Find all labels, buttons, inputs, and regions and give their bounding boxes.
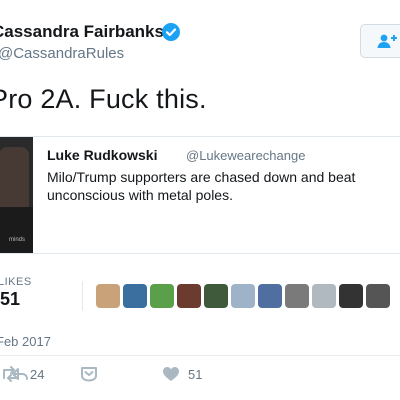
verified-badge-icon [162, 23, 180, 41]
direct-message-button[interactable] [80, 364, 100, 384]
liker-avatar[interactable] [312, 284, 336, 308]
like-count: 51 [188, 367, 203, 382]
likes-count[interactable]: 51 [0, 289, 20, 310]
liker-avatar[interactable] [366, 284, 390, 308]
follow-button[interactable] [360, 24, 400, 58]
liker-avatar[interactable] [285, 284, 309, 308]
quoted-author-name: Luke Rudkowski [47, 147, 158, 163]
media-watermark: minds [9, 237, 26, 243]
heart-icon [163, 367, 179, 381]
author-handle[interactable]: @CassandraRules [0, 45, 124, 62]
like-button[interactable]: 51 [162, 364, 222, 384]
quoted-tweet-media[interactable]: minds [0, 137, 33, 253]
tweet-date: Feb 2017 [0, 334, 51, 349]
quoted-tweet-text: Milo/Trump supporters are chased down an… [47, 169, 356, 203]
quoted-tweet-card[interactable]: minds Luke Rudkowski @Lukewearechange Mi… [0, 136, 400, 254]
quoted-author-handle: @Lukewearechange [186, 148, 306, 163]
tweet-text: Pro 2A. Fuck this. [0, 84, 207, 114]
liker-avatar[interactable] [150, 284, 174, 308]
author-name[interactable]: Cassandra Fairbanks [0, 22, 164, 42]
liker-avatar[interactable] [177, 284, 201, 308]
stats-divider [82, 281, 83, 311]
retweet-icon [3, 366, 19, 382]
retweet-button[interactable]: 24 [0, 364, 60, 384]
liker-avatar[interactable] [204, 284, 228, 308]
actions-divider [0, 355, 400, 356]
liker-avatar[interactable] [231, 284, 255, 308]
liker-avatar[interactable] [258, 284, 282, 308]
follow-person-plus-icon [377, 34, 397, 48]
direct-message-icon [81, 367, 97, 382]
likes-label: LIKES [0, 276, 32, 288]
liker-avatar[interactable] [96, 284, 120, 308]
retweet-count: 24 [30, 367, 45, 382]
liker-avatar[interactable] [339, 284, 363, 308]
liker-avatar[interactable] [123, 284, 147, 308]
